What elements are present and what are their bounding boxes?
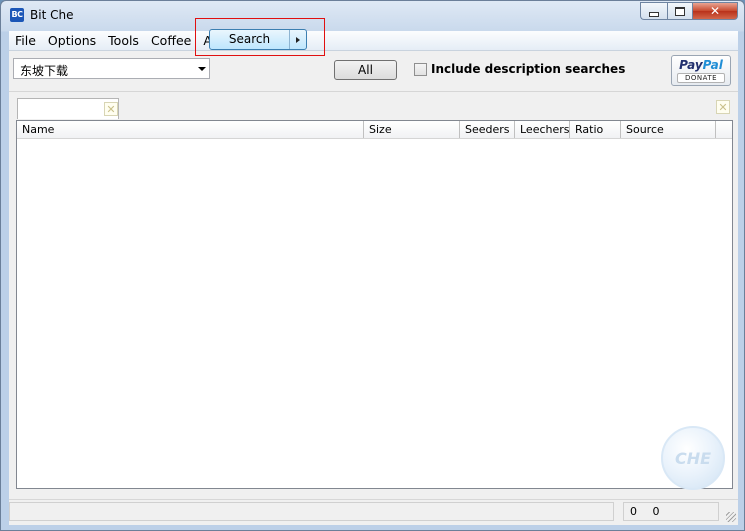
include-description-option[interactable]: Include description searches	[414, 62, 625, 76]
include-description-label: Include description searches	[431, 62, 626, 76]
results-list[interactable]: Name Size Seeders Leechers Ratio Source	[16, 120, 733, 489]
search-button[interactable]: Search	[210, 30, 290, 49]
status-count-b: 0	[652, 505, 660, 518]
column-source[interactable]: Source	[621, 121, 716, 138]
column-leechers[interactable]: Leechers	[515, 121, 570, 138]
maximize-button[interactable]	[667, 2, 693, 20]
close-button[interactable]: ✕	[693, 2, 738, 20]
app-icon: BC	[10, 8, 24, 22]
column-seeders[interactable]: Seeders	[460, 121, 515, 138]
include-description-checkbox[interactable]	[414, 62, 427, 76]
title-bar[interactable]: BC Bit Che ✕	[1, 1, 744, 30]
close-icon: ✕	[709, 4, 721, 18]
menu-tools[interactable]: Tools	[102, 31, 145, 50]
column-name[interactable]: Name	[17, 121, 364, 138]
paypal-donate-button[interactable]: PayPal DONATE	[671, 55, 731, 86]
menu-options[interactable]: Options	[42, 31, 102, 50]
maximize-icon	[675, 6, 685, 16]
resize-grip[interactable]	[726, 512, 736, 522]
column-ratio[interactable]: Ratio	[570, 121, 621, 138]
window-title: Bit Che	[30, 8, 74, 22]
minimize-icon	[649, 11, 659, 17]
column-filler	[716, 121, 732, 138]
status-bar: 0 0	[9, 499, 738, 524]
status-panel-counts: 0 0	[623, 502, 719, 521]
results-tab[interactable]: ✕	[17, 98, 119, 119]
column-size[interactable]: Size	[364, 121, 460, 138]
all-button[interactable]: All	[334, 60, 397, 80]
chevron-right-icon	[296, 36, 300, 43]
search-toolbar: 东坡下载 All Include description searches Pa…	[9, 51, 738, 92]
menu-file[interactable]: File	[9, 31, 42, 50]
search-query-combo[interactable]: 东坡下载	[13, 58, 210, 79]
menu-bar: File Options Tools Coffee About	[9, 31, 738, 51]
close-all-tabs-icon[interactable]: ✕	[716, 100, 730, 114]
paypal-donate-label: DONATE	[677, 73, 725, 83]
results-header: Name Size Seeders Leechers Ratio Source	[17, 121, 732, 139]
status-panel-main	[9, 502, 614, 521]
minimize-button[interactable]	[640, 2, 667, 20]
search-split-button[interactable]: Search	[209, 29, 307, 50]
dropdown-arrow-icon[interactable]	[198, 67, 206, 71]
search-query-text: 东坡下载	[20, 64, 69, 78]
paypal-logo: PayPal	[679, 58, 723, 72]
window-frame: BC Bit Che ✕ File Options Tools Coffee A…	[0, 0, 745, 531]
close-tab-icon[interactable]: ✕	[104, 102, 118, 116]
status-count-a: 0	[630, 505, 637, 518]
che-watermark-logo: CHE	[661, 426, 725, 490]
search-options-arrow[interactable]	[290, 30, 306, 49]
menu-coffee[interactable]: Coffee	[145, 31, 197, 50]
